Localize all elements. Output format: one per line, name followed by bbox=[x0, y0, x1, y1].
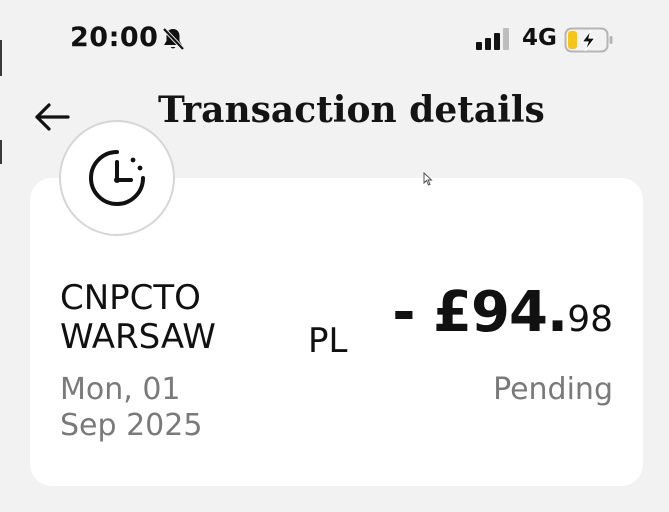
left-edge-mark bbox=[0, 140, 2, 164]
merchant-name-line: WARSAW bbox=[60, 317, 216, 357]
status-bar: 20:00 4G bbox=[0, 0, 669, 80]
clock-pending-icon bbox=[89, 150, 145, 206]
merchant-name: CNPCTO WARSAW bbox=[60, 279, 216, 357]
amount-pence: 98 bbox=[567, 299, 613, 340]
merchant-name-line: CNPCTO bbox=[60, 278, 201, 318]
network-type: 4G bbox=[522, 25, 557, 51]
signal-icon bbox=[476, 28, 512, 50]
bell-muted-icon bbox=[160, 26, 186, 52]
transaction-status: Pending bbox=[493, 372, 613, 407]
page-title: Transaction details bbox=[158, 89, 545, 131]
pending-status-badge bbox=[59, 120, 175, 236]
mouse-cursor-icon bbox=[423, 172, 433, 186]
transaction-details-screen: 20:00 4G Transaction details CNPCTO WARS… bbox=[0, 0, 669, 512]
date-line: Sep 2025 bbox=[60, 408, 203, 443]
transaction-amount: - £94. 98 bbox=[392, 280, 613, 345]
arrow-left-icon bbox=[35, 103, 70, 131]
date-line: Mon, 01 bbox=[60, 372, 181, 407]
status-time: 20:00 bbox=[70, 22, 159, 53]
merchant-country: PL bbox=[308, 321, 348, 361]
amount-main: - £94. bbox=[392, 280, 568, 345]
battery-charging-icon bbox=[564, 27, 614, 53]
back-button[interactable] bbox=[30, 95, 74, 139]
transaction-date: Mon, 01 Sep 2025 bbox=[60, 372, 280, 444]
